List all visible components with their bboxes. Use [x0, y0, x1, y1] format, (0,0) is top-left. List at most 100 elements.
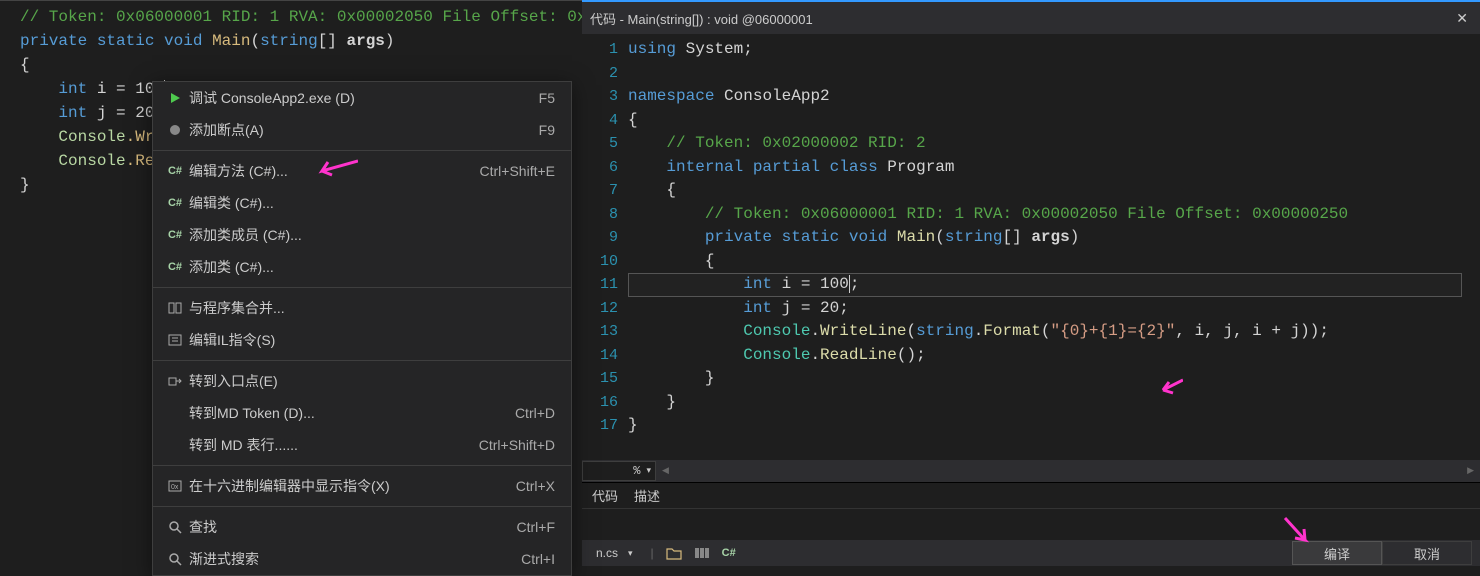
- folder-open-icon[interactable]: [666, 546, 682, 560]
- menu-label: 调试 ConsoleApp2.exe (D): [189, 88, 539, 108]
- line-number: 2: [582, 62, 628, 86]
- menu-item-6[interactable]: C#添加类 (C#)...: [153, 251, 571, 283]
- method-writeline: WriteLine: [820, 322, 906, 340]
- open-brace: {: [705, 252, 715, 270]
- code-comment: // Token: 0x02000002 RID: 2: [666, 134, 925, 152]
- close-button[interactable]: ✕: [1450, 8, 1474, 29]
- line-number: 10: [582, 250, 628, 274]
- menu-label: 编辑类 (C#)...: [189, 193, 563, 213]
- csharp-label[interactable]: C#: [722, 547, 736, 559]
- scroll-left-icon[interactable]: ◀: [662, 466, 669, 476]
- compile-button[interactable]: 编译: [1292, 541, 1382, 565]
- error-tab-code[interactable]: 代码: [592, 486, 618, 505]
- entry-icon: [161, 375, 189, 387]
- menu-item-18[interactable]: 渐进式搜索Ctrl+I: [153, 543, 571, 575]
- error-tab-desc[interactable]: 描述: [634, 486, 660, 505]
- ns-name: ConsoleApp2: [724, 87, 830, 105]
- menu-item-9[interactable]: 编辑IL指令(S): [153, 324, 571, 356]
- open-brace: {: [666, 181, 676, 199]
- menu-shortcut: Ctrl+D: [515, 405, 563, 421]
- menu-item-4[interactable]: C#编辑类 (C#)...: [153, 187, 571, 219]
- menu-item-5[interactable]: C#添加类成员 (C#)...: [153, 219, 571, 251]
- merge-icon: [161, 302, 189, 314]
- search-icon: [161, 553, 189, 566]
- play-icon: [161, 92, 189, 104]
- cs-icon: C#: [161, 197, 189, 209]
- file-tab[interactable]: n.cs: [590, 540, 639, 566]
- menu-separator: [153, 150, 571, 151]
- kw-using: using: [628, 40, 676, 58]
- menu-label: 添加断点(A): [189, 120, 539, 140]
- breakpoint-icon: [161, 124, 189, 136]
- kw-internal: internal: [666, 158, 743, 176]
- menu-label: 编辑方法 (C#)...: [189, 161, 480, 181]
- code-editor[interactable]: 1234567891011121314151617 using System; …: [582, 34, 1480, 460]
- menu-shortcut: Ctrl+F: [517, 519, 564, 535]
- kw-partial: partial: [753, 158, 820, 176]
- menu-label: 渐进式搜索: [189, 549, 521, 569]
- class-console: Console: [743, 322, 810, 340]
- kw-namespace: namespace: [628, 87, 714, 105]
- string-literal: "{0}+{1}={2}": [1051, 322, 1176, 340]
- line-number: 1: [582, 38, 628, 62]
- assembly-icon[interactable]: [694, 546, 710, 560]
- line-number: 6: [582, 156, 628, 180]
- svg-text:0x: 0x: [171, 484, 179, 491]
- open-brace: {: [20, 53, 562, 77]
- method-format: Format: [983, 322, 1041, 340]
- close-brace: }: [628, 416, 638, 434]
- kw-string: string: [945, 228, 1003, 246]
- zoom-selector[interactable]: %: [582, 461, 656, 481]
- line-number: 7: [582, 179, 628, 203]
- menu-item-13[interactable]: 转到 MD 表行......Ctrl+Shift+D: [153, 429, 571, 461]
- title-text: 代码 - Main(string[]) : void @06000001: [590, 9, 813, 28]
- ns-system: System: [686, 40, 744, 58]
- menu-item-11[interactable]: 转到入口点(E): [153, 365, 571, 397]
- menu-item-1[interactable]: 添加断点(A)F9: [153, 114, 571, 146]
- line-number: 5: [582, 132, 628, 156]
- menu-label: 添加类 (C#)...: [189, 257, 563, 277]
- kw-int: int: [58, 80, 87, 98]
- decompiler-left-panel: // Token: 0x06000001 RID: 1 RVA: 0x00002…: [0, 0, 582, 566]
- bottom-toolbar: n.cs | C# 编译 取消: [582, 540, 1480, 566]
- method-readline: ReadLine: [820, 346, 897, 364]
- line-number: 8: [582, 203, 628, 227]
- code-content[interactable]: using System; namespace ConsoleApp2 { //…: [628, 34, 1480, 460]
- menu-item-8[interactable]: 与程序集合并...: [153, 292, 571, 324]
- il-icon: [161, 334, 189, 346]
- call-args: , i, j, i + j));: [1175, 322, 1329, 340]
- close-brace: }: [705, 369, 715, 387]
- menu-separator: [153, 506, 571, 507]
- line-number: 12: [582, 297, 628, 321]
- class-console: Console: [58, 152, 125, 170]
- menu-item-15[interactable]: 0x在十六进制编辑器中显示指令(X)Ctrl+X: [153, 470, 571, 502]
- menu-label: 查找: [189, 517, 517, 537]
- kw-int: int: [743, 299, 772, 317]
- code-comment: // Token: 0x06000001 RID: 1 RVA: 0x00002…: [705, 205, 1348, 223]
- kw-string: string: [260, 32, 318, 50]
- kw-private: private: [705, 228, 772, 246]
- menu-item-12[interactable]: 转到MD Token (D)...Ctrl+D: [153, 397, 571, 429]
- class-console: Console: [58, 128, 125, 146]
- line-number: 11: [582, 273, 628, 297]
- line-number: 17: [582, 414, 628, 438]
- current-line-highlight: [628, 273, 1462, 297]
- kw-private: private: [20, 32, 87, 50]
- menu-shortcut: F9: [539, 122, 563, 138]
- cancel-button[interactable]: 取消: [1382, 541, 1472, 565]
- scroll-right-icon[interactable]: ▶: [1467, 466, 1474, 476]
- line-number: 14: [582, 344, 628, 368]
- menu-shortcut: Ctrl+Shift+D: [479, 437, 563, 453]
- menu-shortcut: Ctrl+I: [521, 551, 563, 567]
- cs-icon: C#: [161, 229, 189, 241]
- menu-item-0[interactable]: 调试 ConsoleApp2.exe (D)F5: [153, 82, 571, 114]
- error-panel: 代码 描述: [582, 482, 1480, 540]
- menu-separator: [153, 360, 571, 361]
- menu-item-3[interactable]: C#编辑方法 (C#)...Ctrl+Shift+E: [153, 155, 571, 187]
- context-menu: 调试 ConsoleApp2.exe (D)F5添加断点(A)F9C#编辑方法 …: [152, 81, 572, 576]
- search-icon: [161, 521, 189, 534]
- method-main: Main: [897, 228, 935, 246]
- menu-label: 添加类成员 (C#)...: [189, 225, 563, 245]
- menu-item-17[interactable]: 查找Ctrl+F: [153, 511, 571, 543]
- code-comment: // Token: 0x06000001 RID: 1 RVA: 0x00002…: [20, 8, 663, 26]
